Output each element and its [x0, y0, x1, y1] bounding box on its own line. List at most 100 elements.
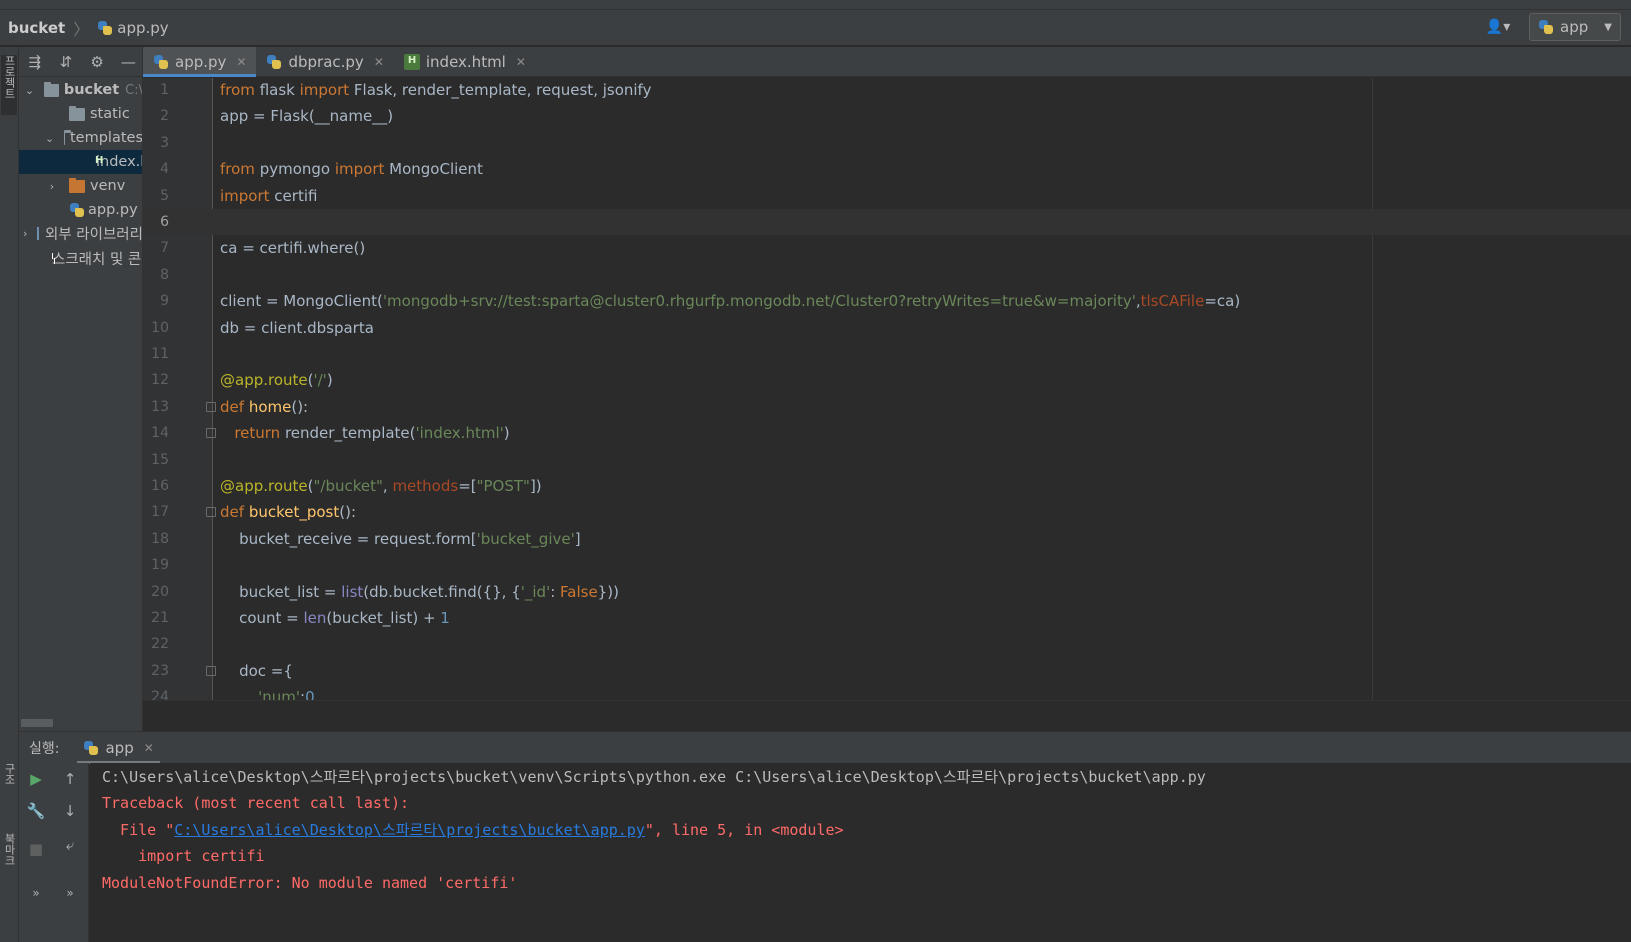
line-number: 2: [160, 108, 169, 125]
code-text: return render_template('index.html'): [234, 424, 510, 443]
stop-icon[interactable]: ■: [23, 836, 49, 862]
code-line[interactable]: 16 @app.route("/bucket", methods=["POST"]…: [143, 473, 1631, 499]
code-line[interactable]: 17 def bucket_post():: [143, 499, 1631, 525]
close-icon[interactable]: ✕: [374, 55, 384, 69]
code-line[interactable]: 1 from flask import Flask, render_templat…: [143, 78, 1631, 103]
line-number: 12: [151, 372, 169, 389]
chevron-down-icon[interactable]: ⌄: [23, 84, 36, 97]
code-line[interactable]: 19: [143, 552, 1631, 578]
arrow-down-icon[interactable]: ↓: [57, 798, 83, 824]
tree-item-label: bucket: [63, 82, 120, 98]
code-line[interactable]: 21 count = len(bucket_list) + 1: [143, 605, 1631, 631]
wrench-icon[interactable]: 🔧: [23, 798, 49, 824]
code-line[interactable]: 2 app = Flask(__name__): [143, 103, 1631, 129]
tree-item-templates[interactable]: ⌄ templates: [19, 126, 142, 150]
code-line[interactable]: 18 bucket_receive = request.form['bucket…: [143, 526, 1631, 552]
tree-item-label: static: [90, 106, 130, 122]
tree-item-scratches[interactable]: 스크래치 및 콘솔: [19, 246, 142, 270]
code-line[interactable]: 13 def home():: [143, 394, 1631, 420]
fold-marker-icon[interactable]: [206, 428, 216, 439]
run-console[interactable]: C:\Users\alice\Desktop\스파르타\projects\buc…: [90, 763, 1631, 942]
more-icon[interactable]: »: [23, 880, 49, 906]
code-line[interactable]: 6: [143, 209, 1631, 236]
code-text: ca = certifi.where(): [220, 239, 366, 258]
code-line[interactable]: 22: [143, 631, 1631, 657]
bookmarks-tool-window-tab[interactable]: 북마크: [1, 833, 17, 883]
tree-item-label: app.py: [88, 202, 138, 218]
tab-index-html[interactable]: index.html ✕: [394, 47, 536, 77]
tab-app-py[interactable]: app.py ✕: [143, 47, 257, 77]
code-line[interactable]: 14 return render_template('index.html'): [143, 420, 1631, 446]
code-line[interactable]: 5 import certifi: [143, 183, 1631, 209]
run-configuration-select[interactable]: app ▼: [1529, 13, 1621, 41]
code-line[interactable]: 10 db = client.dbsparta: [143, 315, 1631, 341]
tab-label: app.py: [175, 53, 227, 71]
rerun-icon[interactable]: ▶: [23, 766, 49, 792]
tree-item-app-py[interactable]: app.py: [19, 198, 142, 222]
python-file-icon: [97, 20, 113, 36]
python-icon: [1538, 19, 1554, 35]
code-line[interactable]: 11: [143, 341, 1631, 367]
tab-dbprac-py[interactable]: dbprac.py ✕: [256, 47, 393, 77]
breadcrumb-project[interactable]: bucket: [8, 19, 65, 37]
soft-wrap-icon[interactable]: ⤶: [57, 832, 83, 858]
tree-item-bucket[interactable]: ⌄ bucket C:\: [19, 78, 142, 102]
tree-item-venv[interactable]: › venv: [19, 174, 142, 198]
hide-panel-icon[interactable]: —: [115, 50, 142, 74]
tree-item-index-html[interactable]: index.html: [19, 150, 142, 174]
code-editor[interactable]: 1 from flask import Flask, render_templat…: [143, 78, 1631, 700]
python-file-icon: [153, 54, 169, 70]
tree-item-external-libraries[interactable]: › 외부 라이브러리: [19, 221, 142, 245]
project-tool-window-tab[interactable]: 프로젝트: [1, 55, 17, 115]
more-icon[interactable]: »: [57, 880, 83, 906]
gear-icon[interactable]: ⚙: [84, 50, 111, 74]
line-number: 4: [160, 161, 169, 178]
chevron-right-icon[interactable]: ›: [45, 180, 59, 193]
fold-marker-icon[interactable]: [206, 401, 216, 412]
code-line[interactable]: 23 doc ={: [143, 658, 1631, 684]
code-line[interactable]: 7 ca = certifi.where(): [143, 235, 1631, 261]
library-icon: [37, 226, 40, 240]
chevron-down-icon[interactable]: ⌄: [45, 132, 54, 145]
user-account-icon[interactable]: 👤▾: [1481, 14, 1515, 40]
code-line[interactable]: 9 client = MongoClient('mongodb+srv://tes…: [143, 288, 1631, 314]
code-line[interactable]: 15: [143, 447, 1631, 473]
code-text: @app.route("/bucket", methods=["POST"]): [220, 477, 542, 495]
line-number: 22: [151, 636, 169, 653]
code-line[interactable]: 3: [143, 130, 1631, 156]
run-panel-label: 실행:: [29, 740, 60, 757]
code-line[interactable]: 24 'num':0: [143, 684, 1631, 700]
arrow-up-icon[interactable]: ↑: [57, 766, 83, 792]
line-number: 18: [151, 530, 169, 547]
project-panel: ⇶ ⇵ ⚙ — ⌄ bucket C:\ static ⌄ templates …: [19, 47, 143, 731]
fold-marker-icon[interactable]: [206, 507, 216, 518]
close-icon[interactable]: ✕: [144, 741, 154, 755]
code-line[interactable]: 4 from pymongo import MongoClient: [143, 156, 1631, 182]
code-line[interactable]: 20 bucket_list = list(db.bucket.find({},…: [143, 579, 1631, 605]
line-number: 9: [160, 293, 169, 310]
chevron-right-icon[interactable]: ›: [23, 227, 27, 240]
close-icon[interactable]: ✕: [516, 55, 526, 69]
console-file-link[interactable]: C:\Users\alice\Desktop\스파르타\projects\buc…: [174, 821, 645, 839]
expand-all-icon[interactable]: ⇶: [21, 50, 48, 74]
collapse-all-icon[interactable]: ⇵: [52, 50, 79, 74]
project-toolbar: ⇶ ⇵ ⚙ —: [19, 47, 142, 77]
close-icon[interactable]: ✕: [236, 55, 246, 69]
horizontal-scrollbar[interactable]: [21, 719, 53, 727]
structure-tool-window-tab[interactable]: 구조: [1, 763, 17, 813]
code-text: db = client.dbsparta: [220, 318, 374, 337]
line-number: 23: [151, 662, 169, 679]
run-tab-app[interactable]: app ✕: [77, 732, 161, 764]
run-configuration-label: app: [1560, 18, 1589, 36]
code-text: app = Flask(__name__): [220, 107, 394, 126]
run-tab-label: app: [105, 738, 134, 757]
fold-marker-icon[interactable]: [206, 665, 216, 676]
left-tool-window-strip: 프로젝트 구조 북마크: [0, 47, 19, 942]
run-toolbar: ▶ ↑ 🔧 ↓ ■ ⤶ » »: [19, 763, 89, 942]
code-line[interactable]: 12 @app.route('/'): [143, 367, 1631, 393]
code-line[interactable]: 8: [143, 262, 1631, 288]
code-text: from pymongo import MongoClient: [220, 160, 483, 179]
breadcrumb-file[interactable]: app.py: [117, 19, 168, 37]
tree-item-static[interactable]: static: [19, 102, 142, 126]
chevron-down-icon: ▼: [1604, 21, 1612, 33]
